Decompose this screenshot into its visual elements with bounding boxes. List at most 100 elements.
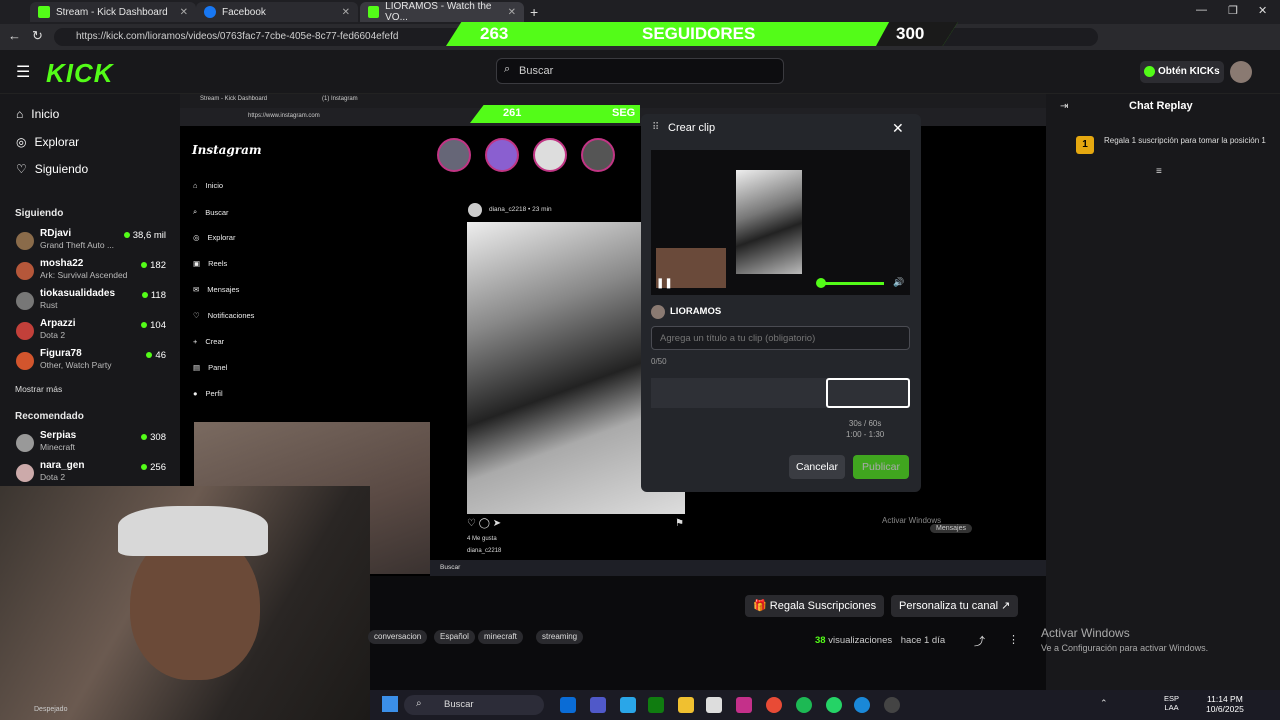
customize-channel-button[interactable]: Personaliza tu canal ↗ [891, 595, 1019, 617]
sidebar-item-explorar[interactable]: ◎ Explorar [16, 135, 79, 149]
sidebar-channel-nara-gen[interactable]: nara_gen Dota 2 256 [16, 460, 170, 488]
publish-button[interactable]: Publicar [853, 455, 909, 479]
sidebar-item-siguiendo[interactable]: ♡ Siguiendo [16, 162, 88, 176]
drag-handle-icon[interactable]: ⠿ [652, 122, 659, 133]
sidebar-channel-figura78[interactable]: Figura78 Other, Watch Party 46 [16, 348, 170, 376]
insta-nav-item: ⌂ Inicio [193, 181, 224, 190]
xbox-icon[interactable] [648, 697, 664, 713]
recommended-section-title: Recomendado [15, 411, 84, 422]
show-more-link[interactable]: Mostrar más [15, 384, 62, 394]
sidebar-channel-serpias[interactable]: Serpias Minecraft 308 [16, 430, 170, 458]
close-icon[interactable]: ✕ [508, 7, 516, 18]
streamer-cap [118, 506, 268, 556]
volume-knob[interactable] [816, 278, 826, 288]
volume-slider[interactable] [820, 282, 884, 285]
channel-name: tiokasualidades [40, 288, 116, 299]
channel-name: RDjavi [40, 228, 72, 239]
maximize-icon[interactable]: ❐ [1228, 4, 1238, 17]
sidebar-channel-arpazzi[interactable]: Arpazzi Dota 2 104 [16, 318, 170, 346]
kick-icon [38, 6, 50, 18]
app-icon[interactable] [884, 697, 900, 713]
inner-followers-label: SEG [612, 107, 636, 119]
sidebar-channel-mosha22[interactable]: mosha22 Ark: Survival Ascended 182 [16, 258, 170, 286]
instagram-logo: Instagram [192, 143, 262, 157]
avatar [651, 305, 665, 319]
pause-icon[interactable]: ❚❚ [656, 278, 673, 289]
clip-selection-handle[interactable] [826, 378, 910, 408]
app-icon[interactable] [736, 697, 752, 713]
collapse-chat-icon[interactable]: ⇥ [1060, 101, 1068, 112]
profile-icon: ● [193, 389, 198, 398]
close-icon[interactable]: ✕ [892, 120, 904, 137]
volume-icon[interactable]: 🔊 [893, 277, 904, 288]
close-icon[interactable]: ✕ [342, 7, 350, 18]
share-icon[interactable]: ⤴ [974, 633, 985, 649]
kick-logo[interactable]: KICK [46, 58, 114, 89]
new-tab-icon[interactable]: + [530, 4, 538, 20]
nav-label: Siguiendo [34, 162, 89, 176]
more-options-icon[interactable]: ⋮ [1008, 633, 1019, 646]
taskbar-clock[interactable]: 11:14 PM 10/6/2025 [1206, 694, 1244, 714]
cancel-button[interactable]: Cancelar [789, 455, 845, 479]
channel-game: Dota 2 [40, 330, 66, 340]
duration-length: 30s / 60s [848, 419, 882, 428]
inner-tab-label: Stream - Kick Dashboard [200, 96, 268, 102]
tag-chip[interactable]: minecraft [478, 630, 523, 644]
activate-windows-watermark: Activar Windows Ve a Configuración para … [1041, 626, 1208, 656]
spotify-icon[interactable] [796, 697, 812, 713]
channel-game: Ark: Survival Ascended [40, 270, 128, 280]
sidebar-channel-rdjavi[interactable]: RDjavi Grand Theft Auto ... 38,6 mil [16, 228, 170, 256]
tab-kick-dashboard[interactable]: Stream - Kick Dashboard ✕ [30, 2, 196, 22]
clip-title-input[interactable] [651, 326, 910, 350]
insta-nav-item: ● Perfil [193, 389, 223, 398]
taskbar-search[interactable]: Buscar [404, 695, 544, 715]
nav-label: Inicio [31, 107, 60, 121]
outlook-icon[interactable] [560, 697, 576, 713]
reload-icon[interactable]: ↻ [32, 28, 43, 44]
story-avatar [437, 138, 471, 172]
menu-icon[interactable]: ☰ [16, 62, 30, 82]
inner-taskbar [430, 560, 1046, 576]
copilot-icon[interactable] [620, 697, 636, 713]
teams-icon[interactable] [590, 697, 606, 713]
chrome-icon[interactable] [766, 697, 782, 713]
avatar [16, 322, 34, 340]
tab-label: LIORAMOS - Watch the VO... [385, 1, 492, 23]
channel-name: nara_gen [40, 460, 85, 471]
inner-taskbar-search: Buscar [440, 564, 461, 571]
gift-subs-button[interactable]: 🎁 Regala Suscripciones [745, 595, 885, 617]
edge-icon[interactable] [854, 697, 870, 713]
tag-chip[interactable]: streaming [536, 630, 584, 644]
file-explorer-icon[interactable] [678, 697, 694, 713]
avatar [16, 262, 34, 280]
tag-chip[interactable]: conversacion [368, 630, 428, 644]
search-input[interactable]: Buscar [496, 58, 784, 84]
tab-facebook[interactable]: Facebook ✕ [196, 2, 358, 22]
windows-start-icon[interactable] [382, 696, 398, 712]
reels-icon: ▣ [193, 259, 201, 268]
channel-game: Other, Watch Party [40, 360, 112, 370]
panel-icon: ▤ [193, 363, 201, 372]
back-icon[interactable]: ← [8, 28, 21, 43]
tab-lioramos[interactable]: LIORAMOS - Watch the VO... ✕ [360, 1, 524, 23]
minimize-icon[interactable]: — [1196, 4, 1207, 16]
sidebar-channel-tiokasualidades[interactable]: tiokasualidades Rust 118 [16, 288, 170, 316]
avatar[interactable] [1230, 61, 1252, 83]
keyboard-language[interactable]: ESP LAA [1164, 694, 1179, 712]
following-section-title: Siguiendo [15, 208, 64, 219]
whatsapp-icon[interactable] [826, 697, 842, 713]
close-window-icon[interactable]: ✕ [1258, 4, 1267, 17]
filter-icon[interactable]: ≡ [1156, 166, 1162, 177]
post-likes: 4 Me gusta [467, 536, 497, 542]
chat-title: Chat Replay [1129, 100, 1193, 112]
time-ago: hace 1 día [900, 635, 946, 646]
viewer-count: 104 [141, 320, 166, 331]
gift-sub-banner[interactable]: 1 Regala 1 suscripción para tomar la pos… [1076, 136, 1266, 154]
followers-goal: 300 [896, 24, 925, 43]
tray-chevron-icon[interactable]: ⌃ [1100, 698, 1108, 709]
close-icon[interactable]: ✕ [180, 7, 188, 18]
store-icon[interactable] [706, 697, 722, 713]
insta-nav-item: ⌕ Buscar [193, 207, 229, 217]
tag-chip[interactable]: Español [434, 630, 475, 644]
sidebar-item-inicio[interactable]: ⌂ Inicio [16, 107, 59, 121]
